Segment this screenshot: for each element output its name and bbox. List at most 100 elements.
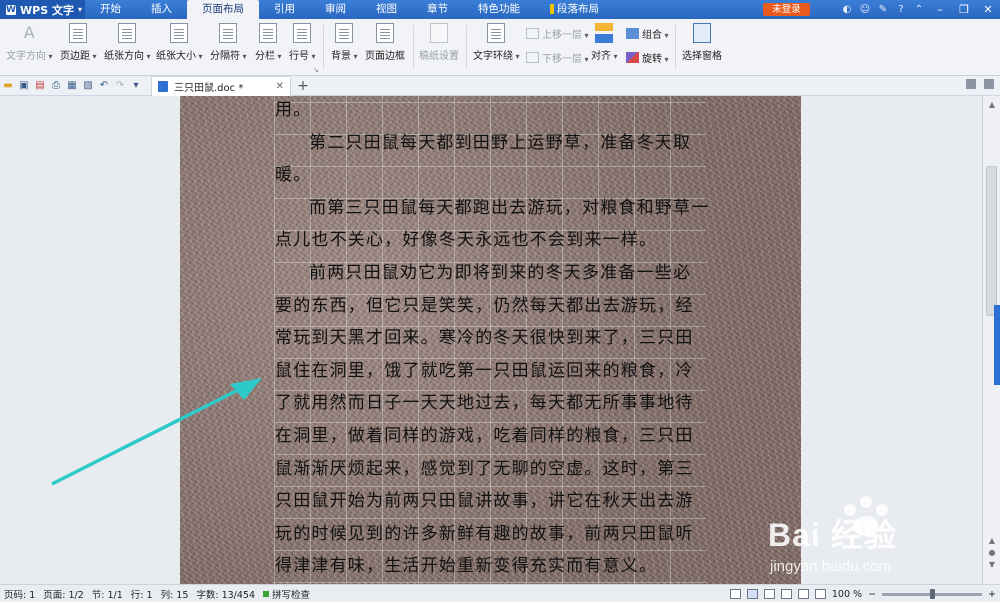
line-numbers-label: 行号 [289,47,316,62]
document-line[interactable]: 前两只田鼠劝它为即将到来的冬天多准备一些必 [275,257,707,290]
app-menu-button[interactable]: W WPS 文字 ▾ [0,0,85,19]
help-icon[interactable]: ? [892,0,910,19]
status-column[interactable]: 列: 15 [157,587,193,601]
status-section[interactable]: 节: 1/1 [88,587,127,601]
document-line[interactable]: 第二只田鼠每天都到田野上运野草，准备冬天取 [275,127,707,160]
status-page-number[interactable]: 页码: 1 [0,587,39,601]
read-view-icon[interactable] [797,589,809,599]
feedback-icon[interactable]: ☺ [856,0,874,19]
spell-check-label: 拼写检查 [272,589,311,601]
full-screen-view-icon[interactable] [729,589,741,599]
zoom-level[interactable]: 100 % [832,589,862,600]
orientation-icon [118,23,137,43]
tab-references[interactable]: 引用 [259,0,310,19]
share-icon[interactable]: ✎ [874,0,892,19]
document-line[interactable]: 常玩到天黑才回来。寒冷的冬天很快到来了，三只田 [275,322,707,355]
reading-mode-icon[interactable] [814,589,826,599]
paragraph-marker-icon [550,4,554,14]
document-page[interactable]: 用。 第二只田鼠每天都到田野上运野草，准备冬天取 暖。 而第三只田鼠每天都跑出去游玩，… [180,96,801,584]
document-text[interactable]: 用。 第二只田鼠每天都到田野上运野草，准备冬天取 暖。 而第三只田鼠每天都跑出去游玩，… [275,96,708,583]
zoom-in-icon[interactable]: + [988,589,996,600]
scroll-up-icon[interactable]: ▲ [987,100,997,110]
text-direction-button[interactable]: A 文字方向 [6,19,53,62]
paper-size-icon [170,23,189,43]
rotate-button[interactable]: 旋转 [626,50,669,65]
background-button[interactable]: 背景 [331,19,358,62]
open-icon[interactable]: ▬ [0,76,16,96]
document-line[interactable]: 玩的时候见到的许多新鲜有趣的故事，前两只田鼠听 [275,518,707,551]
spell-check-toggle[interactable]: 拼写检查 [259,587,314,601]
tab-review[interactable]: 审阅 [310,0,361,19]
redo-icon[interactable]: ↷ [112,76,128,96]
print-preview-icon[interactable]: ▦ [64,76,80,96]
manuscript-settings-button[interactable]: 稿纸设置 [419,19,459,62]
page-setup-launcher-icon[interactable]: ↘ [313,66,319,74]
undo-icon[interactable]: ↶ [96,76,112,96]
document-line[interactable]: 暖。 [275,159,707,192]
orientation-button[interactable]: 纸张方向 [104,19,151,62]
document-line[interactable]: 点儿也不关心，好像冬天永远也不会到来一样。 [275,224,707,257]
selection-pane-button[interactable]: 选择窗格 [682,19,722,62]
background-label: 背景 [331,47,358,62]
zoom-slider[interactable] [882,588,983,599]
web-view-icon[interactable] [780,589,792,599]
zoom-out-icon[interactable]: − [868,589,876,600]
tab-paragraph-layout[interactable]: 段落布局 [535,0,614,19]
document-line[interactable]: 而第三只田鼠每天都跑出去游玩，对粮食和野草一 [275,192,708,225]
margins-icon [69,23,88,43]
export-pdf-icon[interactable]: ▤ [32,76,48,96]
restore-document-icon[interactable] [984,79,994,89]
close-button[interactable]: ✕ [976,0,1000,19]
document-line[interactable]: 在洞里，做着同样的游戏，吃着同样的粮食，三只田 [275,420,707,453]
document-line[interactable]: 鼠渐渐厌烦起来，感觉到了无聊的空虚。这时，第三 [275,453,707,486]
scrollbar-thumb[interactable] [986,166,997,316]
document-tab[interactable]: 三只田鼠.doc * ✕ [151,76,291,96]
separator-button[interactable]: 分隔符 [210,19,247,62]
tab-home[interactable]: 开始 [85,0,136,19]
document-line[interactable]: 只田鼠开始为前两只田鼠讲故事，讲它在秋天出去游 [275,485,707,518]
restore-button[interactable]: ❐ [952,0,976,19]
page-border-button[interactable]: 页面边框 [365,19,405,62]
document-line[interactable]: 用。 [275,96,707,127]
zoom-slider-thumb[interactable] [930,588,936,599]
collapse-ribbon-icon[interactable]: ⌃ [910,0,928,19]
document-line[interactable]: 了就用然而日子一天天地过去，每天都无所事事地待 [275,387,707,420]
text-wrap-button[interactable]: 文字环绕 [473,19,520,62]
outline-view-icon[interactable] [763,589,775,599]
minimize-button[interactable]: – [928,0,952,19]
page-border-icon [376,23,394,43]
bring-forward-button[interactable]: 上移一层 [526,26,589,41]
ribbon-tabs: 开始 插入 页面布局 引用 审阅 视图 章节 特色功能 段落布局 [85,0,614,19]
tab-page-layout[interactable]: 页面布局 [187,0,259,19]
save-icon[interactable]: ▣ [16,76,32,96]
send-backward-button[interactable]: 下移一层 [526,50,589,65]
columns-button[interactable]: 分栏 [255,19,282,62]
close-tab-icon[interactable]: ✕ [276,81,284,92]
status-word-count[interactable]: 字数: 13/454 [192,587,259,601]
skin-icon[interactable]: ◐ [838,0,856,19]
customize-toolbar-icon[interactable]: ▾ [128,76,144,96]
align-button[interactable]: 对齐 [591,19,618,62]
side-panel-toggle[interactable] [994,305,1000,385]
status-pages[interactable]: 页面: 1/2 [39,587,88,601]
paper-size-button[interactable]: 纸张大小 [156,19,203,62]
rotate-label: 旋转 [642,50,669,65]
group-button[interactable]: 组合 [626,26,669,41]
new-tab-button[interactable]: + [296,76,310,96]
document-line[interactable]: 要的东西，但它只是笑笑，仍然每天都出去游玩，经 [275,290,707,323]
tab-sections[interactable]: 章节 [412,0,463,19]
line-numbers-button[interactable]: 行号 [289,19,316,62]
separator-label: 分隔符 [210,47,247,62]
tab-special-features[interactable]: 特色功能 [463,0,535,19]
document-line[interactable]: 鼠住在洞里，饿了就吃第一只田鼠运回来的粮食，冷 [275,355,707,388]
print-icon[interactable]: ⎙ [48,76,64,96]
page-view-icon[interactable] [746,589,758,599]
format-painter-icon[interactable]: ▧ [80,76,96,96]
tab-insert[interactable]: 插入 [136,0,187,19]
margins-button[interactable]: 页边距 [60,19,97,62]
login-button[interactable]: 未登录 [763,3,810,16]
tab-view[interactable]: 视图 [361,0,412,19]
status-row[interactable]: 行: 1 [127,587,157,601]
tab-list-icon[interactable] [966,79,976,89]
document-line[interactable]: 得津津有味，生活开始重新变得充实而有意义。 [275,550,707,583]
